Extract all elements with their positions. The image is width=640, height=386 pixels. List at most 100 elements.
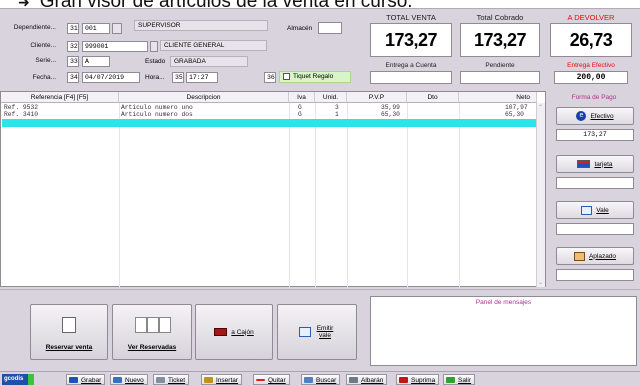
- col-header-descripcion[interactable]: Descripcion: [119, 92, 289, 103]
- logo-accent: [28, 374, 34, 385]
- new-icon: [113, 377, 122, 383]
- col-header-pvp[interactable]: P.V.P: [347, 92, 407, 103]
- exit-icon: [446, 377, 455, 383]
- bottom-actions: Reservar venta Ver Reservadas a Cajón Em…: [0, 289, 640, 371]
- reservar-venta-button[interactable]: Reservar venta: [30, 304, 108, 360]
- grabar-button[interactable]: Grabar: [66, 374, 106, 385]
- cell-referencia: Ref. 3410: [4, 111, 39, 118]
- col-header-referencia[interactable]: Referencia [F4] [F5]: [1, 92, 119, 103]
- suprima-button[interactable]: Suprima: [396, 374, 440, 385]
- col-header-unid[interactable]: Unid.: [315, 92, 347, 103]
- serie-shortcut[interactable]: 33: [67, 56, 79, 67]
- quitar-button[interactable]: Quitar: [253, 374, 290, 385]
- estado-label: Estado: [145, 58, 166, 65]
- cell-iva: G: [298, 111, 302, 118]
- total-cobrado-value: 173,27: [460, 23, 540, 57]
- scroll-up-icon[interactable]: ⌃: [538, 104, 543, 111]
- efectivo-amount-field[interactable]: 173,27: [556, 129, 634, 141]
- col-header-dto[interactable]: Dto: [407, 92, 459, 103]
- insertar-button[interactable]: Insertar: [201, 374, 243, 385]
- aplazado-button[interactable]: Aplazado: [556, 247, 634, 265]
- cliente-label: Cliente...: [30, 42, 56, 49]
- cliente-lookup-button[interactable]: [150, 41, 158, 52]
- emit-voucher-icon: [299, 327, 311, 337]
- suprima-label: Suprima: [411, 377, 436, 384]
- scroll-down-icon[interactable]: ⌄: [538, 279, 543, 286]
- tarjeta-button-label: tarjeta: [594, 160, 613, 168]
- estado-field: GRABADA: [170, 56, 248, 67]
- delete-icon: [399, 377, 408, 383]
- voucher-icon: [581, 205, 593, 215]
- col-divider: [407, 103, 408, 288]
- deferred-payment-icon: [573, 251, 585, 261]
- col-divider: [347, 103, 348, 288]
- reserve-document-icon: [62, 317, 76, 333]
- dependiente-label: Dependiente...: [13, 24, 56, 31]
- dependiente-shortcut[interactable]: 31: [67, 23, 79, 34]
- ver-reservadas-button[interactable]: Ver Reservadas: [112, 304, 192, 360]
- function-key-bar: gcodis Grabar Nuevo Ticket Insertar Quit…: [0, 371, 640, 386]
- message-panel-title: Panel de mensajes: [475, 299, 532, 306]
- ticket-icon: [156, 377, 165, 383]
- dependiente-lookup-button[interactable]: [112, 23, 122, 34]
- albaran-button[interactable]: Albarán: [346, 374, 388, 385]
- sale-lines-grid[interactable]: Referencia [F4] [F5] Descripcion Iva Uni…: [0, 91, 546, 288]
- entrega-cuenta-field[interactable]: [370, 71, 452, 84]
- aplazado-amount-field[interactable]: [556, 269, 634, 281]
- tiquet-regalo-label: Tiquet Regalo: [293, 73, 334, 80]
- almacen-field[interactable]: [318, 22, 342, 34]
- fecha-field[interactable]: 04/07/2019: [82, 72, 140, 83]
- selected-new-row[interactable]: [2, 119, 536, 127]
- insert-icon: [204, 377, 213, 383]
- a-devolver-value: 26,73: [550, 23, 632, 57]
- cliente-code-field[interactable]: 999001: [82, 41, 148, 52]
- ver-reservadas-label: Ver Reservadas: [127, 344, 177, 351]
- dependiente-code-field[interactable]: 001: [82, 23, 110, 34]
- pendiente-field: [460, 71, 540, 84]
- tarjeta-amount-field[interactable]: [556, 177, 634, 189]
- remove-icon: [256, 379, 265, 381]
- a-devolver-label: A DEVOLVER: [567, 13, 615, 22]
- serie-label: Serie...: [35, 57, 56, 64]
- hora-field[interactable]: 17:27: [186, 72, 218, 83]
- search-icon: [304, 377, 313, 383]
- nuevo-button[interactable]: Nuevo: [110, 374, 148, 385]
- almacen-label: Almacén: [287, 25, 313, 32]
- cliente-shortcut[interactable]: 32: [67, 41, 79, 52]
- vale-amount-field[interactable]: [556, 223, 634, 235]
- hora-shortcut[interactable]: 35: [172, 72, 184, 83]
- buscar-button[interactable]: Buscar: [301, 374, 341, 385]
- salir-button[interactable]: Salir: [443, 374, 476, 385]
- vale-button[interactable]: Vale: [556, 201, 634, 219]
- aplazado-button-label: Aplazado: [588, 252, 617, 260]
- tiquet-regalo-checkbox-field[interactable]: Tiquet Regalo: [279, 71, 351, 83]
- efectivo-button[interactable]: e Efectivo: [556, 107, 634, 125]
- tarjeta-button[interactable]: tarjeta: [556, 155, 634, 173]
- serie-field[interactable]: A: [82, 56, 110, 67]
- sales-window: Dependiente... 31 001 SUPERVISOR Almacén…: [0, 8, 640, 386]
- buscar-label: Buscar: [316, 377, 337, 384]
- reserved-list-icon: [135, 317, 171, 333]
- sale-header: Dependiente... 31 001 SUPERVISOR Almacén…: [0, 9, 640, 89]
- a-cajon-button[interactable]: a Cajón: [195, 304, 273, 360]
- payment-panel-title: Forma de Pago: [571, 94, 617, 101]
- entrega-cuenta-label: Entrega a Cuenta: [385, 62, 437, 69]
- save-icon: [69, 377, 78, 383]
- cash-drawer-icon: [214, 328, 228, 336]
- ticket-button[interactable]: Ticket: [153, 374, 190, 385]
- cell-unid: 1: [335, 111, 339, 118]
- col-header-neto[interactable]: Neto: [459, 92, 537, 103]
- col-header-iva[interactable]: Iva: [289, 92, 315, 103]
- fecha-shortcut[interactable]: 34: [67, 72, 79, 83]
- entrega-efectivo-field[interactable]: 200,00: [554, 71, 628, 84]
- message-panel: Panel de mensajes: [370, 296, 637, 366]
- total-venta-value: 173,27: [370, 23, 452, 57]
- ticket-label: Ticket: [168, 377, 186, 384]
- tiquet-regalo-checkbox[interactable]: [283, 73, 290, 80]
- grid-scrollbar[interactable]: ⌃ ⌄: [536, 103, 545, 287]
- grabar-label: Grabar: [81, 377, 102, 384]
- col-divider: [289, 103, 290, 288]
- emitir-vale-button[interactable]: Emitir vale: [277, 304, 357, 360]
- ticket-shortcut[interactable]: 36: [264, 72, 276, 83]
- col-divider: [315, 103, 316, 288]
